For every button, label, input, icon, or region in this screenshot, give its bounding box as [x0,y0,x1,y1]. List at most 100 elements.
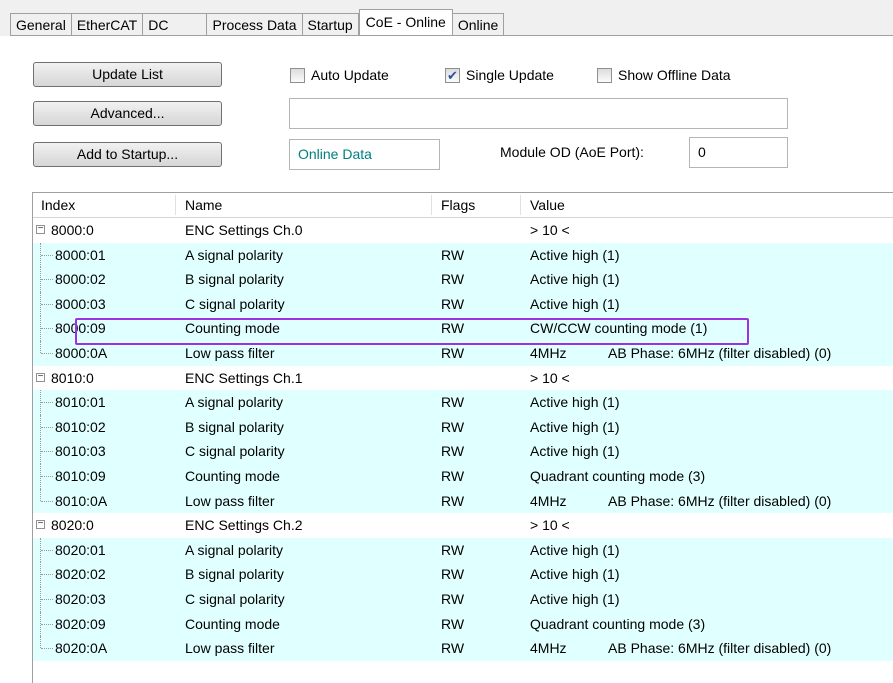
cell-value[interactable]: Active high (1) [530,292,619,317]
collapse-icon[interactable]: − [36,371,45,382]
table-row[interactable]: 8010:09 Counting mode RW Quadrant counting … [33,463,893,489]
cell-value[interactable]: Active high (1) [530,587,619,612]
column-separator[interactable] [431,195,432,215]
cell-value[interactable]: Active high (1) [530,562,619,587]
cell-flags: RW [441,640,465,657]
cell-value-detail: AB Phase: 6MHz (filter disabled) (0) [608,492,832,509]
checkbox-box[interactable] [290,67,305,83]
tab-online[interactable]: Online [452,13,505,35]
cell-name: Low pass filter [185,344,275,361]
cell-flags: RW [441,394,465,411]
cell-value-detail: AB Phase: 6MHz (filter disabled) (0) [608,640,832,657]
update-list-button[interactable]: Update List [33,62,222,87]
column-separator[interactable] [175,195,176,215]
cell-flags: RW [441,443,465,460]
tree-line [41,279,53,281]
cell-value[interactable]: Quadrant counting mode (3) [530,464,705,489]
data-source-field: Online Data [289,139,440,170]
table-row[interactable]: 8000:02 B signal polarity RW Active high (1… [33,267,893,292]
table-row[interactable]: 8010:02 B signal polarity RW Active high (1… [33,414,893,440]
cell-value[interactable]: Active high (1) [530,243,619,268]
module-od-input[interactable]: 0 [689,137,788,168]
coe-object-list: Index Name Flags Value −8000:0 ENC Settin… [32,192,893,683]
table-row[interactable]: 8020:0A Low pass filter RW 4MHz AB Phase: 6M… [33,636,893,661]
cell-index: 8010:0 [51,369,94,386]
cell-value[interactable]: 4MHz [530,341,567,366]
cell-value[interactable]: Active high (1) [530,390,619,415]
cell-value[interactable]: Quadrant counting mode (3) [530,612,705,637]
group-row[interactable]: −8000:0 ENC Settings Ch.0 > 10 < [33,218,893,243]
cell-name: B signal polarity [185,418,284,435]
list-body: −8000:0 ENC Settings Ch.0 > 10 <8000:01 A s… [33,218,893,661]
collapse-icon[interactable]: − [36,224,45,234]
cell-name: A signal polarity [185,541,284,558]
cell-flags: RW [441,246,465,263]
tab-coe-online[interactable]: CoE - Online [358,9,453,36]
cell-index: 8010:09 [55,467,106,484]
tree-line [41,254,53,256]
cell-flags: RW [441,271,465,288]
column-header-flags[interactable]: Flags [441,193,475,217]
tree-line [40,340,41,353]
value-input[interactable] [289,98,788,129]
cell-value[interactable]: Active high (1) [530,415,619,440]
cell-value[interactable]: Active high (1) [530,267,619,292]
cell-value[interactable]: 4MHz [530,489,567,514]
checkbox-box[interactable] [597,67,612,83]
table-row[interactable]: 8020:03 C signal polarity RW Active high (1… [33,586,893,612]
tab-startup[interactable]: Startup [302,13,359,35]
tab-ethercat[interactable]: EtherCAT [71,13,144,35]
show-offline-data-checkbox[interactable]: Show Offline Data [597,67,731,83]
table-row[interactable]: 8000:09 Counting mode RW CW/CCW counting mo… [33,316,893,341]
table-row[interactable]: 8000:0A Low pass filter RW 4MHz AB Phase: 6M… [33,340,893,366]
group-row[interactable]: −8010:0 ENC Settings Ch.1 > 10 < [33,366,893,391]
tab-process-data[interactable]: Process Data [207,13,303,35]
table-row[interactable]: 8020:01 A signal polarity RW Active high (1… [33,537,893,563]
single-update-label: Single Update [466,67,554,83]
column-separator[interactable] [520,195,521,215]
column-header-index[interactable]: Index [41,193,75,217]
cell-name: ENC Settings Ch.2 [185,517,303,534]
cell-flags: RW [441,344,465,361]
tab-general[interactable]: General [10,13,72,35]
auto-update-checkbox[interactable]: Auto Update [290,67,389,83]
table-row[interactable]: 8020:02 B signal polarity RW Active high (1… [33,562,893,587]
column-header-name[interactable]: Name [185,193,222,217]
cell-index: 8010:0A [55,492,108,509]
cell-index: 8010:01 [55,394,106,411]
cell-flags: RW [441,590,465,607]
check-mark-icon[interactable]: ✔ [445,67,460,83]
tab-dc[interactable]: DC [143,13,208,35]
single-update-checkbox[interactable]: ✔ Single Update [445,67,554,83]
cell-index: 8000:0 [51,222,94,238]
cell-value[interactable]: Active high (1) [530,538,619,563]
table-row[interactable]: 8010:01 A signal polarity RW Active high (1… [33,390,893,415]
cell-flags: RW [441,467,465,484]
table-row[interactable]: 8010:03 C signal polarity RW Active high (1… [33,439,893,464]
advanced-button[interactable]: Advanced... [33,101,222,126]
add-to-startup-button[interactable]: Add to Startup... [33,142,222,167]
cell-index: 8020:09 [55,615,106,632]
cell-value[interactable]: Active high (1) [530,439,619,464]
cell-value[interactable]: CW/CCW counting mode (1) [530,316,707,341]
cell-index: 8020:0A [55,640,108,657]
table-row[interactable]: 8010:0A Low pass filter RW 4MHz AB Phase: 6M… [33,488,893,514]
cell-flags: RW [441,566,465,583]
table-row[interactable]: 8000:01 A signal polarity RW Active high (1… [33,242,893,268]
cell-name: A signal polarity [185,394,284,411]
cell-flags: RW [441,320,465,337]
tree-line [41,402,53,404]
cell-value[interactable]: > 10 < [530,366,570,391]
table-row[interactable]: 8020:09 Counting mode RW Quadrant counting … [33,611,893,637]
tree-line [41,598,53,600]
cell-value[interactable]: > 10 < [530,218,570,243]
cell-name: B signal polarity [185,271,284,288]
table-row[interactable]: 8000:03 C signal polarity RW Active high (1… [33,291,893,317]
group-row[interactable]: −8020:0 ENC Settings Ch.2 > 10 < [33,513,893,538]
collapse-icon[interactable]: − [36,519,45,530]
cell-value[interactable]: > 10 < [530,513,570,538]
show-offline-data-label: Show Offline Data [618,67,731,83]
column-header-value[interactable]: Value [530,193,565,217]
tree-line [41,352,53,354]
cell-value[interactable]: 4MHz [530,636,567,661]
